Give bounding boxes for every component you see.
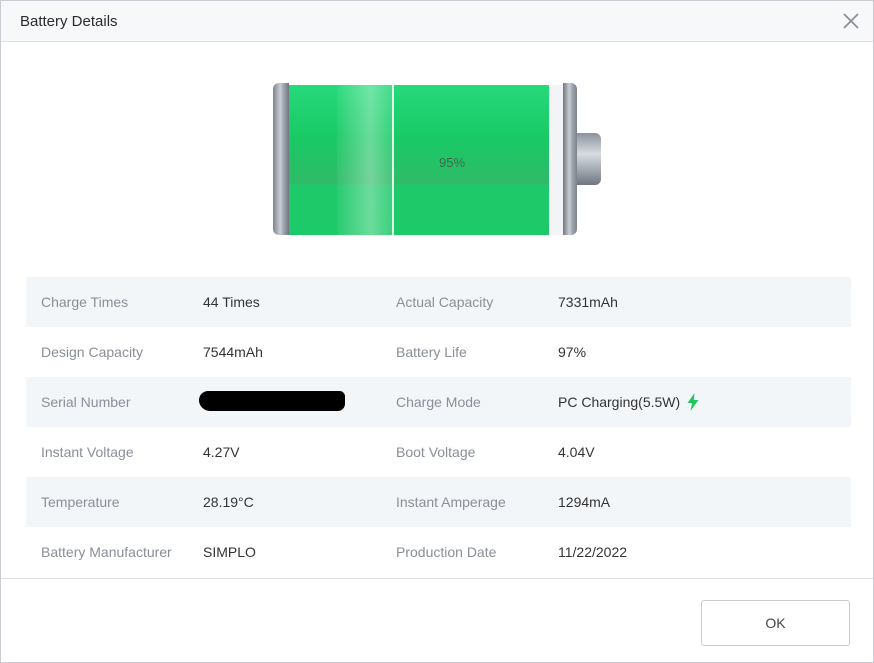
row-value: PC Charging(5.5W): [558, 394, 681, 410]
row-value: 11/22/2022: [558, 544, 628, 560]
battery-graphic: 95%: [273, 83, 603, 237]
row-value: 7544mAh: [203, 344, 263, 360]
battery-left-cap: [273, 83, 289, 235]
battery-details-dialog: Battery Details 95% Charge Times 44 Time…: [0, 0, 874, 663]
row-label: Instant Voltage: [41, 444, 134, 460]
battery-terminal: [577, 133, 601, 185]
table-row: Design Capacity 7544mAh Battery Life 97%: [26, 327, 851, 377]
row-value: SIMPLO: [203, 544, 256, 560]
ok-button[interactable]: OK: [701, 600, 850, 646]
battery-shine: [337, 85, 393, 235]
lightning-bolt-icon: [687, 393, 699, 412]
row-label: Production Date: [396, 544, 497, 560]
row-label: Instant Amperage: [396, 494, 506, 510]
table-row: Charge Times 44 Times Actual Capacity 73…: [26, 277, 851, 327]
row-label: Temperature: [41, 494, 120, 510]
row-label: Battery Manufacturer: [41, 544, 172, 560]
row-value: 4.27V: [203, 444, 240, 460]
row-value: 44 Times: [203, 294, 260, 310]
row-value: 4.04V: [558, 444, 595, 460]
row-value: 28.19°C: [203, 494, 254, 510]
footer-divider: [1, 578, 873, 579]
title-bar: Battery Details: [1, 1, 873, 42]
row-value: 1294mA: [558, 494, 611, 510]
charge-mode-value: PC Charging(5.5W): [558, 393, 699, 412]
battery-details-table: Charge Times 44 Times Actual Capacity 73…: [26, 277, 851, 577]
redacted-serial-number: [199, 391, 345, 411]
row-label: Battery Life: [396, 344, 467, 360]
battery-level-fill: [289, 85, 550, 235]
row-label: Charge Mode: [396, 394, 481, 410]
table-row: Instant Voltage 4.27V Boot Voltage 4.04V: [26, 427, 851, 477]
battery-body: 95%: [289, 85, 563, 235]
battery-divider: [392, 85, 394, 235]
row-label: Charge Times: [41, 294, 129, 310]
row-label: Actual Capacity: [396, 294, 494, 310]
table-row: Battery Manufacturer SIMPLO Production D…: [26, 527, 851, 577]
row-value: 97%: [558, 344, 587, 360]
dialog-title: Battery Details: [20, 13, 118, 30]
table-row: Serial Number Charge Mode PC Charging(5.…: [26, 377, 851, 427]
row-label: Serial Number: [41, 394, 131, 410]
row-label: Design Capacity: [41, 344, 143, 360]
close-icon[interactable]: [839, 9, 863, 33]
row-label: Boot Voltage: [396, 444, 476, 460]
battery-right-cap: [563, 83, 577, 235]
battery-percent-label: 95%: [439, 155, 466, 170]
table-row: Temperature 28.19°C Instant Amperage 129…: [26, 477, 851, 527]
row-value: 7331mAh: [558, 294, 618, 310]
